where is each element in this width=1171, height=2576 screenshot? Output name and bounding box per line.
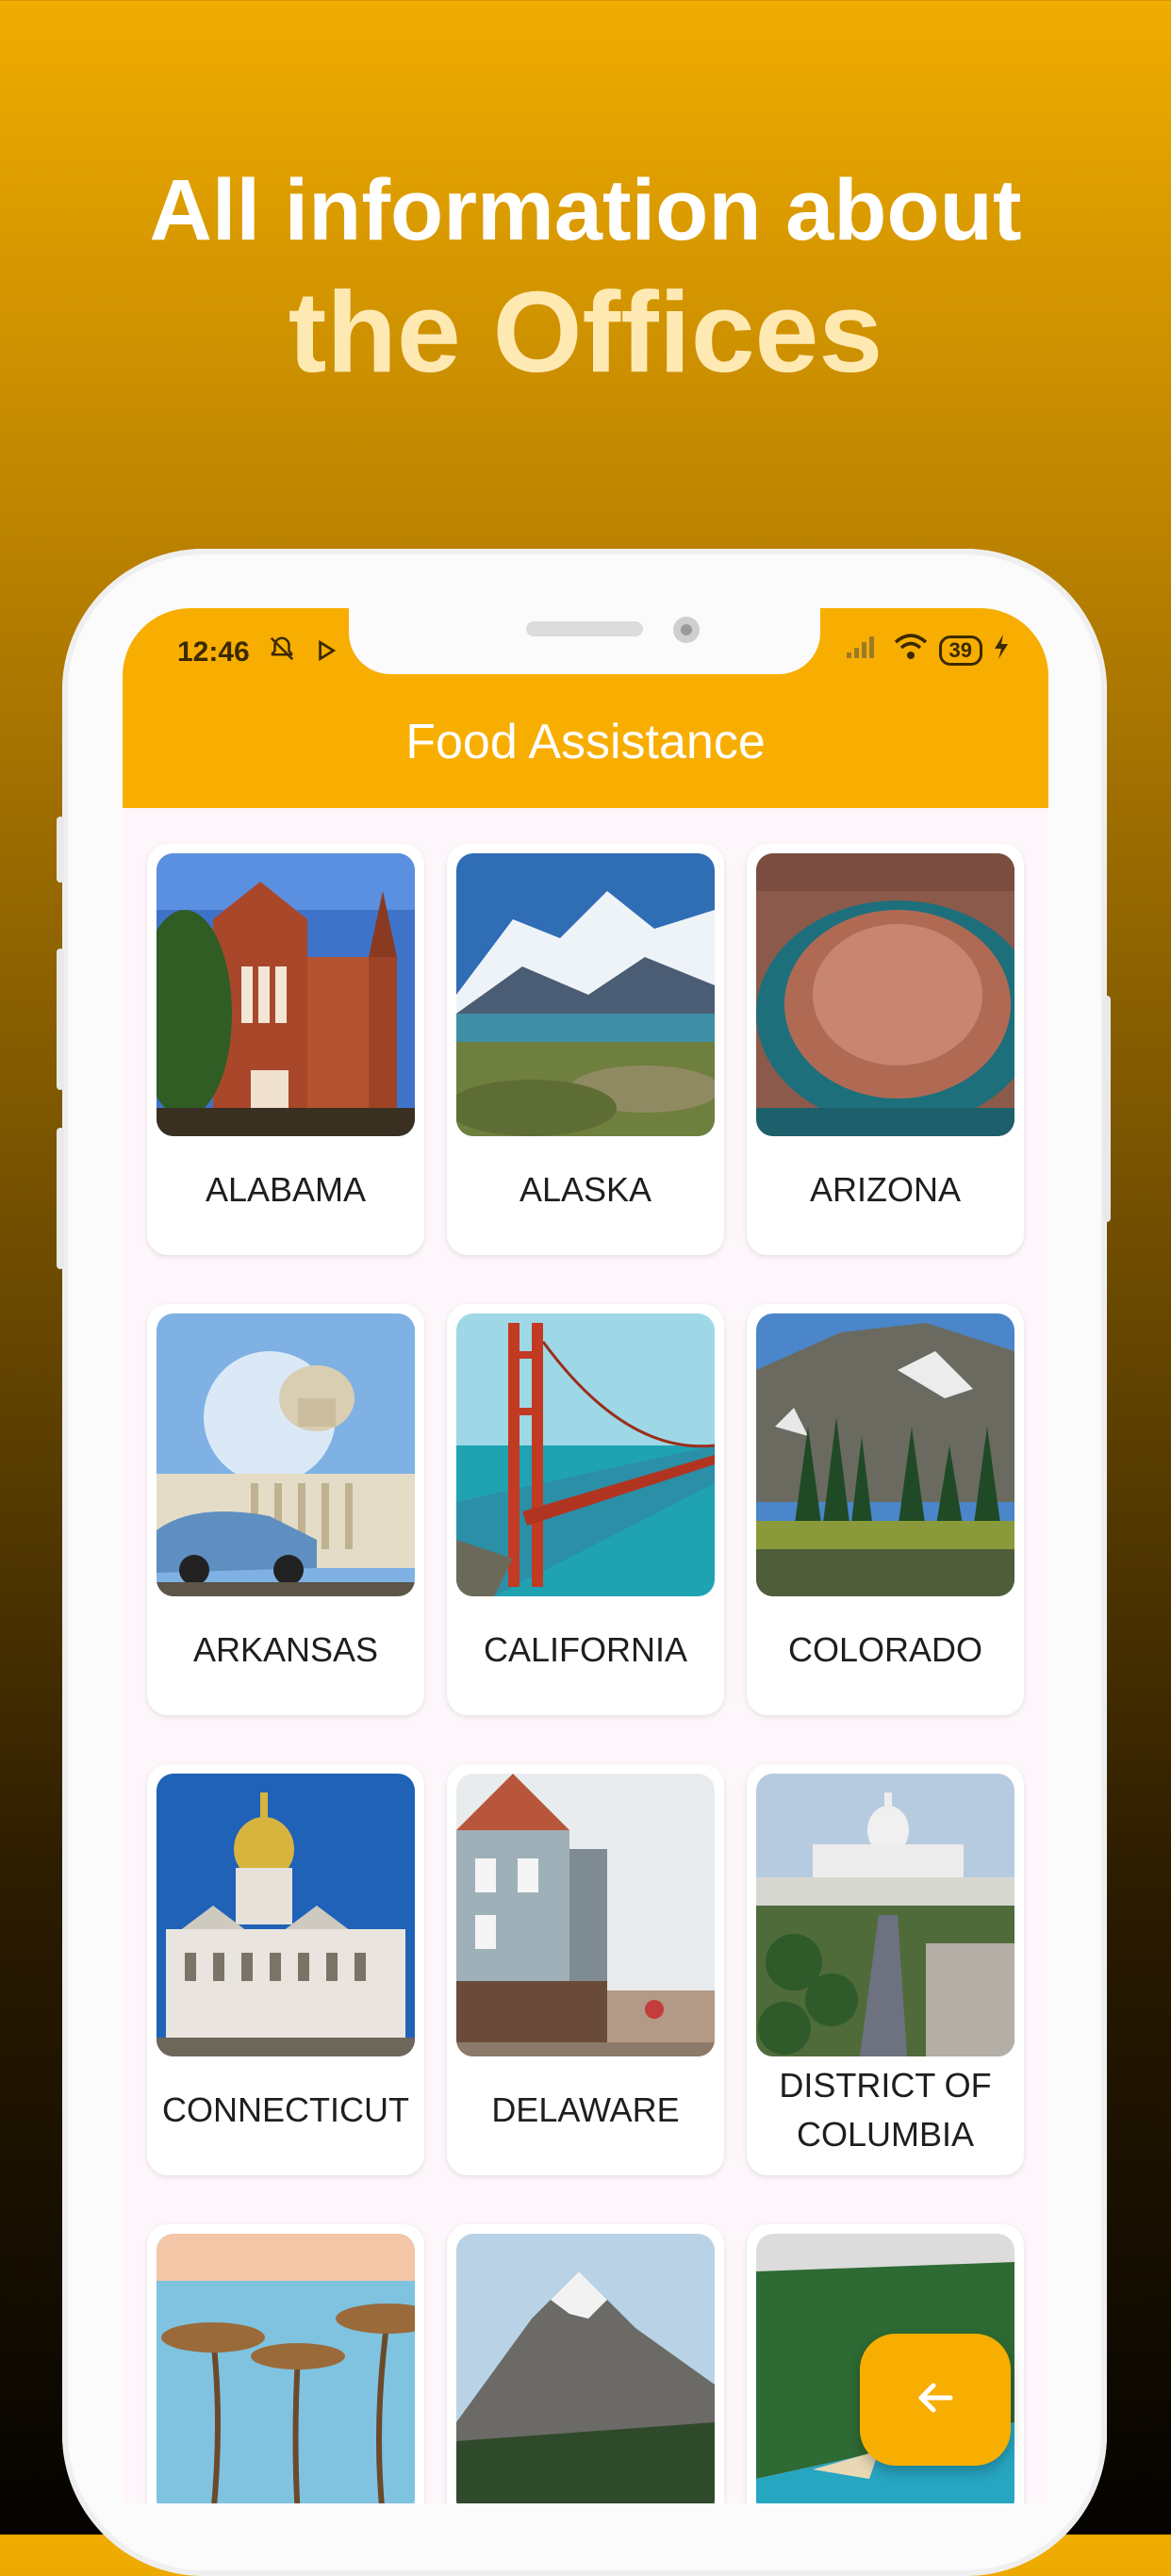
back-fab-button[interactable] [860, 2334, 1011, 2466]
state-label: ARKANSAS [192, 1630, 379, 1669]
state-label: DELAWARE [491, 2090, 680, 2129]
state-label: CONNECTICUT [162, 2090, 409, 2129]
state-card[interactable]: COLORADO [747, 1304, 1024, 1715]
phone-volume-up [57, 949, 64, 1090]
state-card[interactable]: CONNECTICUT [147, 1764, 424, 2175]
state-card[interactable] [447, 2224, 724, 2535]
state-card[interactable]: ARKANSAS [147, 1304, 424, 1715]
promo-headline: All information about the Offices [0, 158, 1171, 398]
street-storefronts-photo [456, 1774, 715, 2056]
app-screen: 12:46 39 Food Assistance ALABAMA ALASKA … [123, 608, 1048, 2535]
alarm-off-icon [268, 636, 313, 669]
status-right-icons: 39 [845, 633, 1011, 668]
golden-gate-bridge-photo [456, 1313, 715, 1596]
state-card[interactable]: DISTRICT OF COLUMBIA [747, 1764, 1024, 2175]
state-grid: ALABAMA ALASKA ARIZONA ARKANSAS CALIFORN… [147, 844, 1024, 2535]
notch-camera [673, 617, 700, 643]
phone-volume-down [57, 1128, 64, 1269]
signal-icon [845, 634, 882, 667]
headline-line-2: the Offices [288, 268, 883, 396]
play-icon [313, 639, 338, 669]
state-capitol-photo [157, 1774, 415, 2056]
state-card[interactable]: ALABAMA [147, 844, 424, 1255]
horseshoe-bend-photo [756, 853, 1014, 1136]
capitol-classic-car-photo [157, 1313, 415, 1596]
state-card[interactable]: DELAWARE [447, 1764, 724, 2175]
state-label: ARIZONA [809, 1170, 961, 1209]
status-left-icons [268, 635, 338, 669]
phone-bottom-edge [123, 2503, 1048, 2535]
page-title: Food Assistance [405, 715, 766, 769]
headline-line-1: All information about [149, 162, 1022, 258]
phone-side-button [57, 817, 64, 883]
charging-icon [992, 633, 1011, 668]
notch-speaker [526, 621, 643, 636]
arrow-left-icon [913, 2375, 958, 2425]
snowy-mountains-photo [456, 853, 715, 1136]
us-capitol-avenue-photo [756, 1774, 1014, 2056]
state-card[interactable] [147, 2224, 424, 2535]
brick-building-photo [157, 853, 415, 1136]
status-time: 12:46 [177, 636, 250, 668]
wifi-icon [892, 633, 930, 668]
state-label: ALASKA [519, 1170, 652, 1209]
mountain-forest-photo [756, 1313, 1014, 1596]
state-label: COLORADO [787, 1630, 983, 1669]
state-label: CALIFORNIA [483, 1630, 688, 1669]
state-card[interactable]: ALASKA [447, 844, 724, 1255]
state-card[interactable]: ARIZONA [747, 844, 1024, 1255]
state-label: ALABAMA [205, 1170, 367, 1209]
snow-peak-photo [456, 2234, 715, 2517]
palm-trees-photo [157, 2234, 415, 2517]
screen-notch [349, 608, 820, 674]
state-label: DISTRICT OF COLUMBIA [779, 2066, 992, 2154]
state-card[interactable]: CALIFORNIA [447, 1304, 724, 1715]
phone-power-button [1103, 996, 1111, 1222]
battery-icon: 39 [938, 635, 982, 666]
